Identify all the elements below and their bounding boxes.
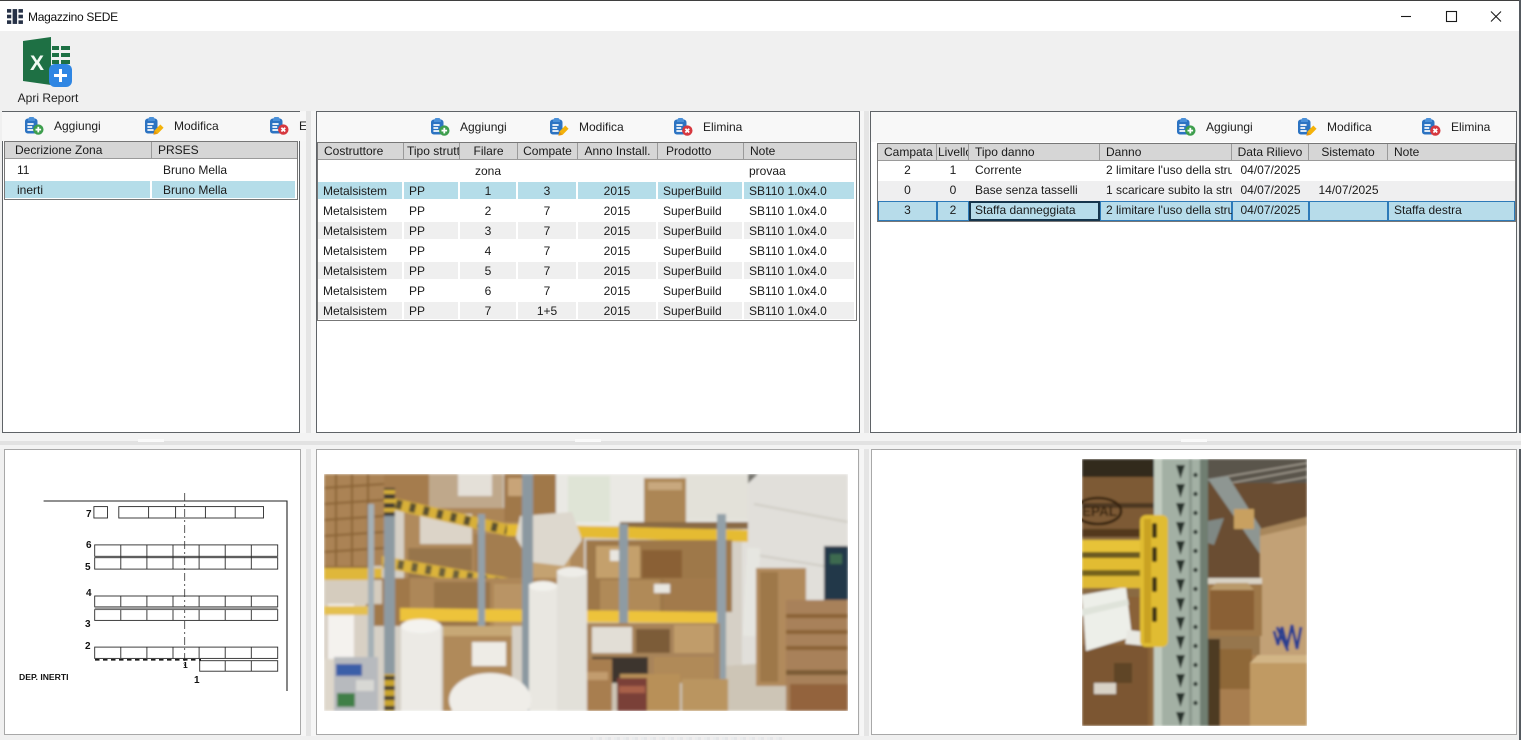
svg-text:EPAL: EPAL [1082,504,1117,519]
svg-text:X: X [30,52,44,75]
svg-text:1: 1 [183,660,188,670]
svg-text:7: 7 [86,509,92,520]
svg-text:6: 6 [86,540,92,551]
svg-text:1: 1 [194,675,200,686]
svg-text:DEP. INERTI: DEP. INERTI [19,672,69,682]
svg-text:3: 3 [85,619,91,630]
svg-text:5: 5 [85,562,91,573]
svg-text:2: 2 [85,641,91,652]
svg-text:4: 4 [86,588,92,599]
